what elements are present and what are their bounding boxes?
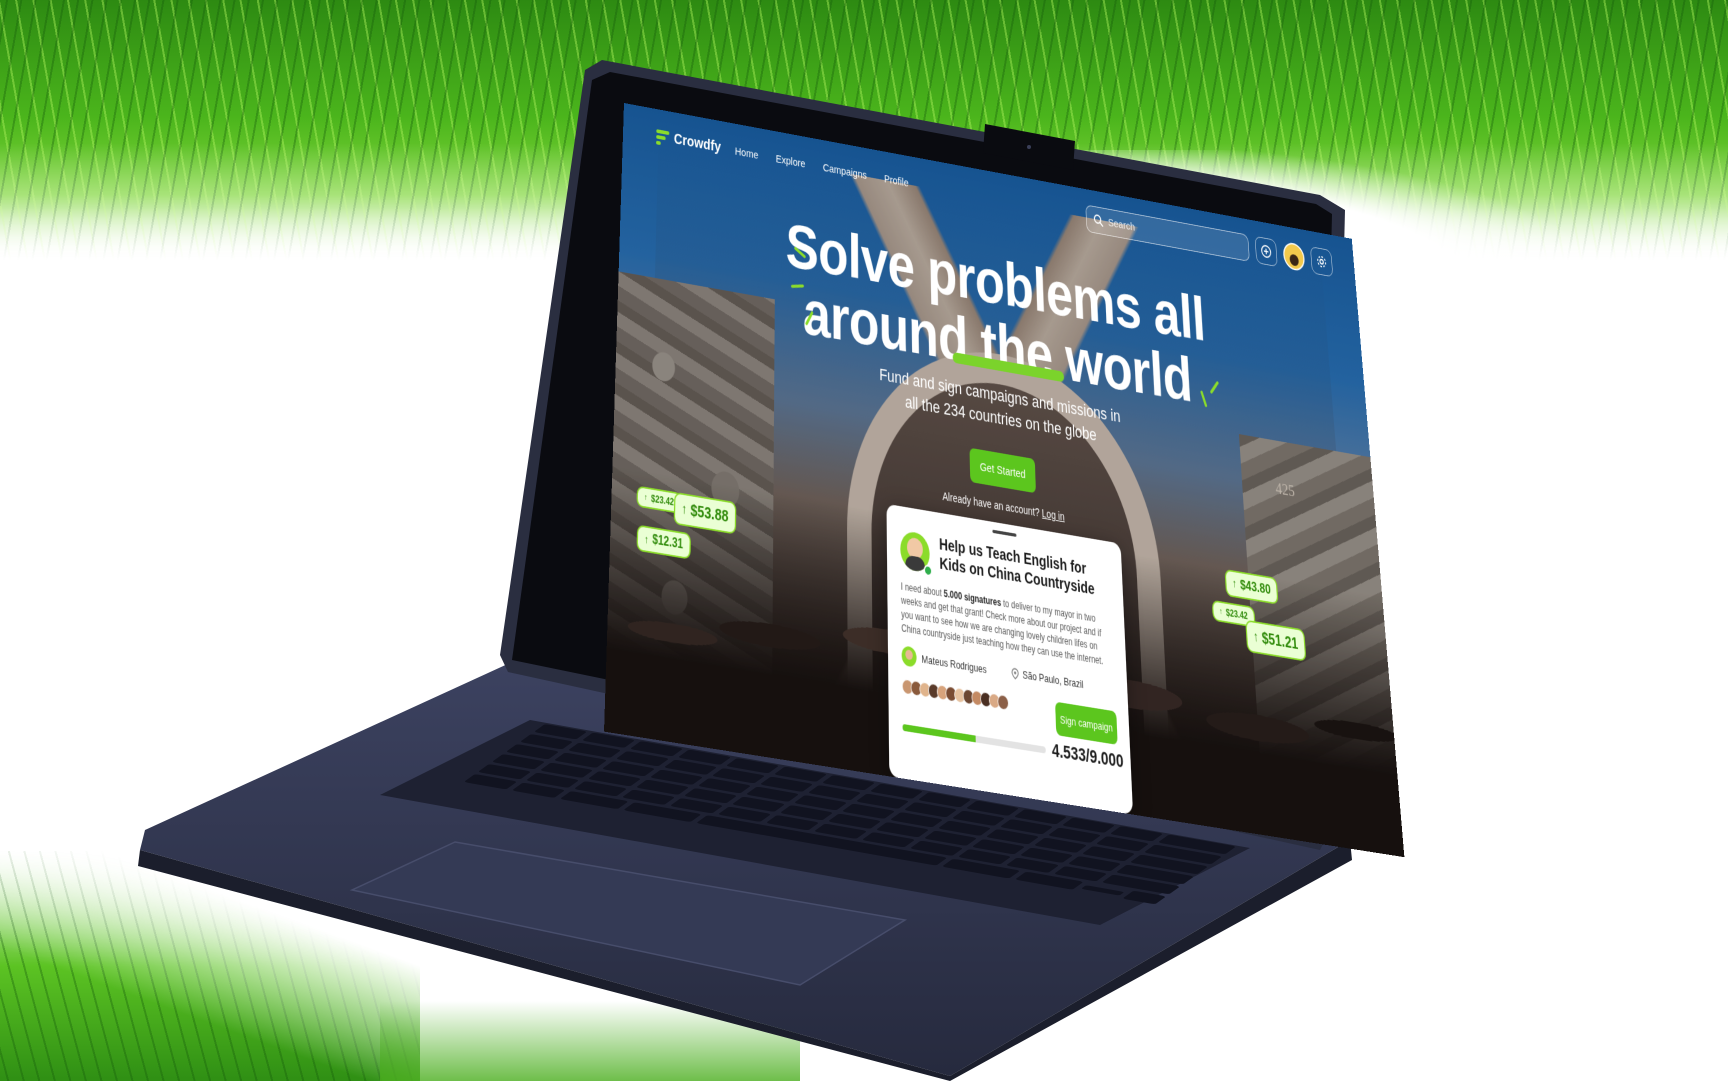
card-drag-handle[interactable] <box>992 529 1017 537</box>
signature-progress-fill <box>902 723 976 743</box>
nav-link-profile[interactable]: Profile <box>884 173 909 190</box>
author-name: Mateus Rodrigues <box>921 652 987 676</box>
settings-button[interactable] <box>1310 246 1334 278</box>
sign-campaign-button[interactable]: Sign campaign <box>1055 701 1118 745</box>
location-text: São Paulo, Brazil <box>1022 668 1084 691</box>
campaign-location: São Paulo, Brazil <box>1011 667 1084 691</box>
author-avatar <box>901 645 917 668</box>
campaign-card[interactable]: Help us Teach English for Kids on China … <box>886 503 1134 815</box>
arrow-up-icon: ↑ <box>1231 577 1238 591</box>
supporter-avatar <box>997 693 1009 711</box>
donation-amount: $23.42 <box>1225 606 1249 622</box>
campaign-author[interactable]: Mateus Rodrigues <box>901 645 987 679</box>
nav-link-explore[interactable]: Explore <box>776 153 806 171</box>
nav-link-home[interactable]: Home <box>735 145 759 162</box>
spark-decoration <box>790 284 805 288</box>
logo[interactable]: Crowdfy <box>656 128 721 156</box>
donation-amount: $51.21 <box>1261 629 1299 653</box>
arrow-up-icon: ↑ <box>1219 606 1223 617</box>
nav-links: Home Explore Campaigns Profile <box>735 145 909 189</box>
arrow-up-icon: ↑ <box>1252 628 1259 645</box>
arrow-up-icon: ↑ <box>681 501 687 518</box>
add-circle-icon <box>1260 243 1272 259</box>
gear-icon <box>1316 254 1328 270</box>
donation-amount: $43.80 <box>1239 577 1272 598</box>
avatar[interactable] <box>1282 241 1306 273</box>
online-status-dot <box>923 564 933 578</box>
donation-amount: $23.42 <box>650 492 675 508</box>
crowdfy-logo-icon <box>656 128 670 146</box>
search-placeholder: Search <box>1107 216 1136 234</box>
brand-name: Crowdfy <box>673 130 721 156</box>
donation-amount: $12.31 <box>652 532 684 552</box>
signature-progress-bar <box>902 723 1046 754</box>
arrow-up-icon: ↑ <box>644 492 648 503</box>
donation-amount: $53.88 <box>690 501 729 526</box>
add-campaign-button[interactable] <box>1254 236 1278 267</box>
supporters-avatars <box>901 678 1009 711</box>
search-icon <box>1093 213 1104 228</box>
location-pin-icon <box>1011 667 1019 680</box>
nav-link-campaigns[interactable]: Campaigns <box>823 161 867 181</box>
arrow-up-icon: ↑ <box>644 532 649 546</box>
